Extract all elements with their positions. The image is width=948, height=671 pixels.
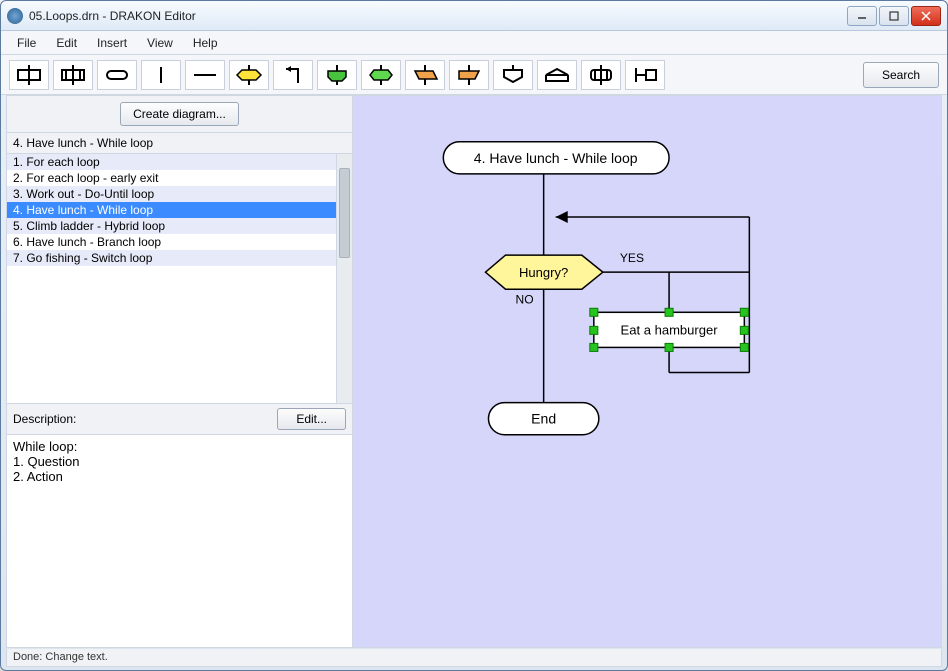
- description-text: While loop: 1. Question 2. Action: [7, 435, 352, 647]
- list-item[interactable]: 5. Climb ladder - Hybrid loop: [7, 218, 336, 234]
- yes-label: YES: [620, 251, 644, 265]
- window-title: 05.Loops.drn - DRAKON Editor: [29, 9, 845, 23]
- description-label: Description:: [13, 412, 277, 426]
- diagram-list-wrap: 1. For each loop2. For each loop - early…: [7, 154, 352, 404]
- tool-timer[interactable]: [625, 60, 665, 90]
- description-header: Description: Edit...: [7, 404, 352, 435]
- tool-loop-arrow[interactable]: [273, 60, 313, 90]
- minimize-icon: [857, 11, 867, 21]
- tool-horizontal-line[interactable]: [185, 60, 225, 90]
- tool-action-box[interactable]: [9, 60, 49, 90]
- menu-help[interactable]: Help: [183, 33, 228, 53]
- list-item[interactable]: 7. Go fishing - Switch loop: [7, 250, 336, 266]
- tool-input[interactable]: [493, 60, 533, 90]
- close-icon: [921, 11, 931, 21]
- create-diagram-button[interactable]: Create diagram...: [120, 102, 239, 126]
- maximize-button[interactable]: [879, 6, 909, 26]
- question-text: Hungry?: [519, 265, 568, 280]
- tool-select2[interactable]: [449, 60, 489, 90]
- window-buttons: [845, 6, 941, 26]
- close-button[interactable]: [911, 6, 941, 26]
- list-item[interactable]: 3. Work out - Do-Until loop: [7, 186, 336, 202]
- maximize-icon: [889, 11, 899, 21]
- minimize-button[interactable]: [847, 6, 877, 26]
- toolbar: Search: [1, 55, 947, 95]
- tool-vertical-line[interactable]: [141, 60, 181, 90]
- tool-insertion-box[interactable]: [53, 60, 93, 90]
- menu-file[interactable]: File: [7, 33, 46, 53]
- search-button[interactable]: Search: [863, 62, 939, 88]
- diagram-list[interactable]: 1. For each loop2. For each loop - early…: [7, 154, 336, 403]
- no-label: NO: [516, 292, 534, 306]
- current-diagram-title: 4. Have lunch - While loop: [7, 133, 352, 154]
- list-item[interactable]: 2. For each loop - early exit: [7, 170, 336, 186]
- statusbar: Done: Change text.: [6, 649, 942, 667]
- tool-pause[interactable]: [581, 60, 621, 90]
- scrollbar-thumb[interactable]: [339, 168, 350, 258]
- list-scrollbar[interactable]: [336, 154, 352, 403]
- end-text: End: [531, 411, 556, 427]
- sidebar-top: Create diagram...: [7, 96, 352, 133]
- menu-insert[interactable]: Insert: [87, 33, 137, 53]
- list-item[interactable]: 4. Have lunch - While loop: [7, 202, 336, 218]
- titlebar: 05.Loops.drn - DRAKON Editor: [1, 1, 947, 31]
- list-item[interactable]: 1. For each loop: [7, 154, 336, 170]
- main-body: Create diagram... 4. Have lunch - While …: [6, 95, 942, 648]
- sidebar: Create diagram... 4. Have lunch - While …: [7, 96, 353, 647]
- diagram-canvas[interactable]: 4. Have lunch - While loop Hungry? YES N…: [353, 96, 941, 647]
- list-item[interactable]: 6. Have lunch - Branch loop: [7, 234, 336, 250]
- tool-shelf[interactable]: [317, 60, 357, 90]
- menubar: File Edit Insert View Help: [1, 31, 947, 55]
- menu-edit[interactable]: Edit: [46, 33, 87, 53]
- tool-output[interactable]: [537, 60, 577, 90]
- status-text: Done: Change text.: [13, 651, 108, 663]
- diagram-title: 4. Have lunch - While loop: [474, 150, 638, 166]
- app-icon: [7, 8, 23, 24]
- app-window: 05.Loops.drn - DRAKON Editor File Edit I…: [0, 0, 948, 671]
- tool-case[interactable]: [361, 60, 401, 90]
- edit-description-button[interactable]: Edit...: [277, 408, 346, 430]
- tool-terminator[interactable]: [97, 60, 137, 90]
- tool-question[interactable]: [229, 60, 269, 90]
- tool-select[interactable]: [405, 60, 445, 90]
- menu-view[interactable]: View: [137, 33, 183, 53]
- action-text: Eat a hamburger: [621, 322, 719, 337]
